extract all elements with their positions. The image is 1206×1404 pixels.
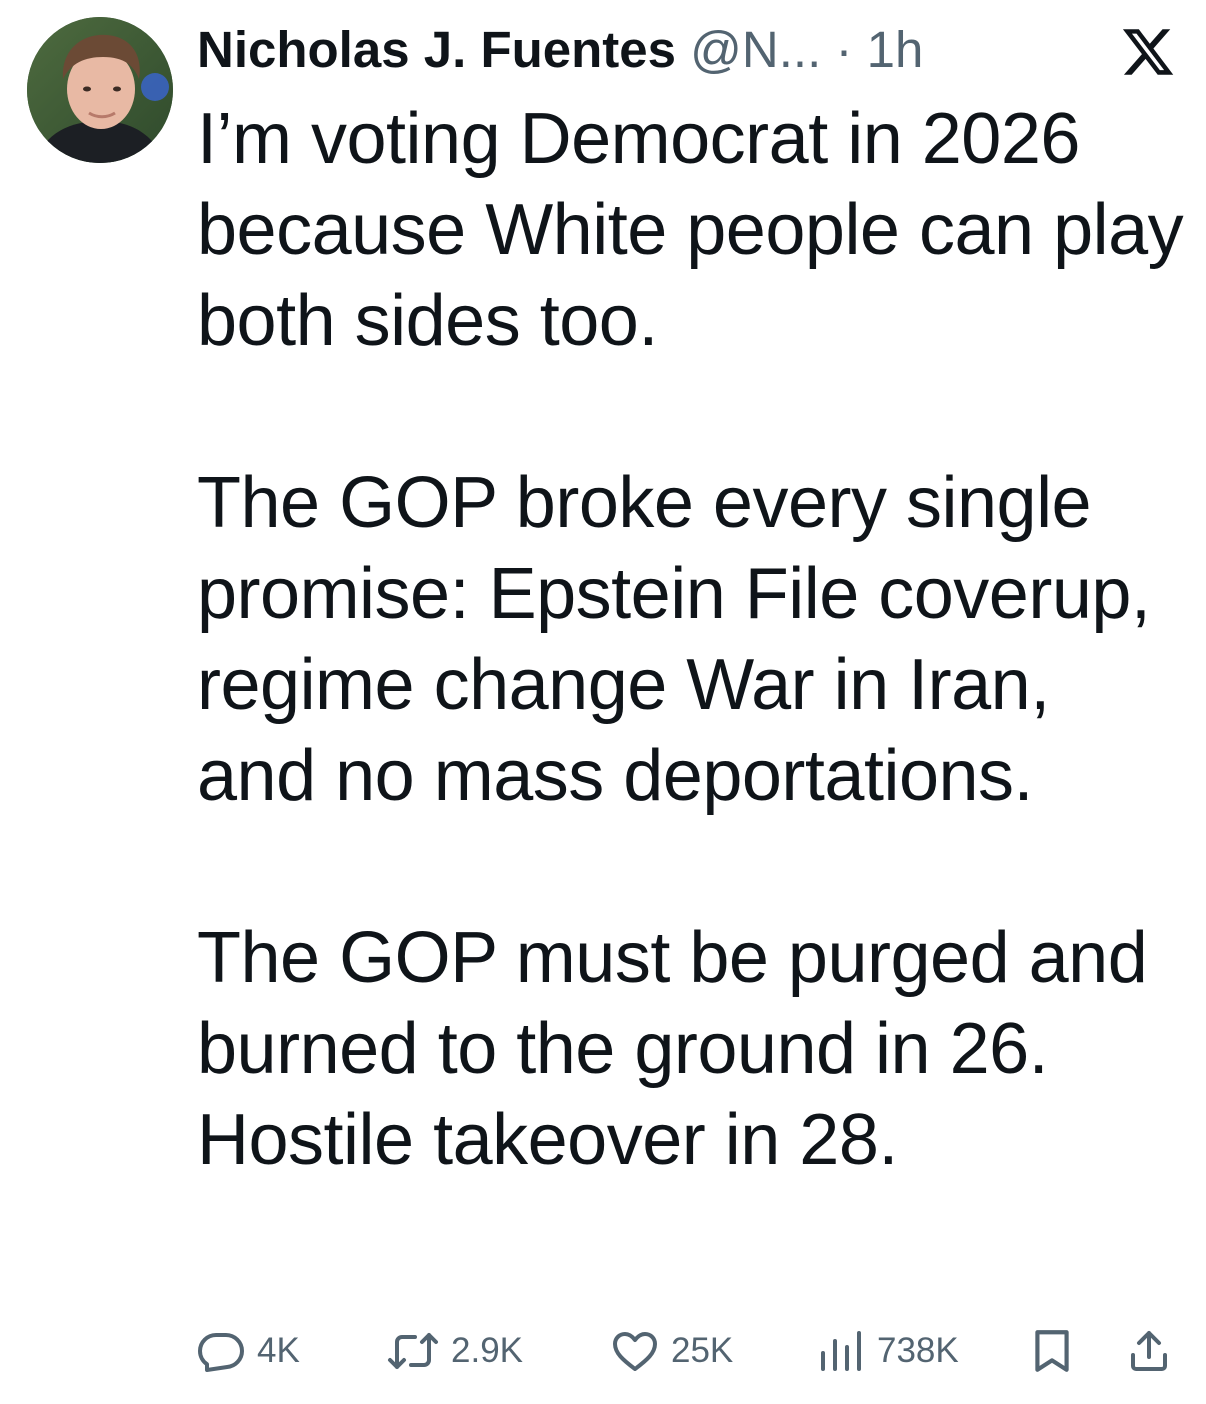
tweet-paragraph: The GOP must be purged and burned to the… <box>197 918 1148 1180</box>
like-count: 25K <box>671 1331 734 1370</box>
share-icon <box>1131 1331 1167 1371</box>
views-count: 738K <box>877 1331 959 1370</box>
bookmark-icon <box>1035 1330 1069 1372</box>
action-bar: 4K 2.9K 25K 738K <box>197 1323 1177 1379</box>
tweet-header: Nicholas J. Fuentes @N... · 1h <box>197 18 1157 82</box>
author-handle[interactable]: @N... <box>690 21 821 78</box>
tweet-text: I’m voting Democrat in 2026 because Whit… <box>197 94 1187 1186</box>
avatar[interactable] <box>27 17 173 163</box>
reply-icon <box>198 1333 244 1372</box>
separator-dot: · <box>835 21 853 78</box>
tweet-paragraph: I’m voting Democrat in 2026 because Whit… <box>197 99 1184 361</box>
views-button[interactable]: 738K <box>817 1323 959 1379</box>
repost-button[interactable]: 2.9K <box>387 1323 523 1379</box>
reply-button[interactable]: 4K <box>197 1323 300 1379</box>
share-button[interactable] <box>1125 1323 1173 1379</box>
x-logo-icon <box>1120 24 1176 80</box>
heart-icon <box>613 1332 657 1371</box>
timestamp[interactable]: 1h <box>867 21 924 78</box>
author-name[interactable]: Nicholas J. Fuentes <box>197 21 676 78</box>
like-button[interactable]: 25K <box>611 1323 733 1379</box>
repost-count: 2.9K <box>451 1331 523 1370</box>
bookmark-button[interactable] <box>1029 1323 1075 1379</box>
views-icon <box>821 1331 861 1371</box>
tweet-paragraph: The GOP broke every single promise: Epst… <box>197 463 1151 816</box>
reply-count: 4K <box>257 1331 300 1370</box>
repost-icon <box>388 1333 438 1369</box>
